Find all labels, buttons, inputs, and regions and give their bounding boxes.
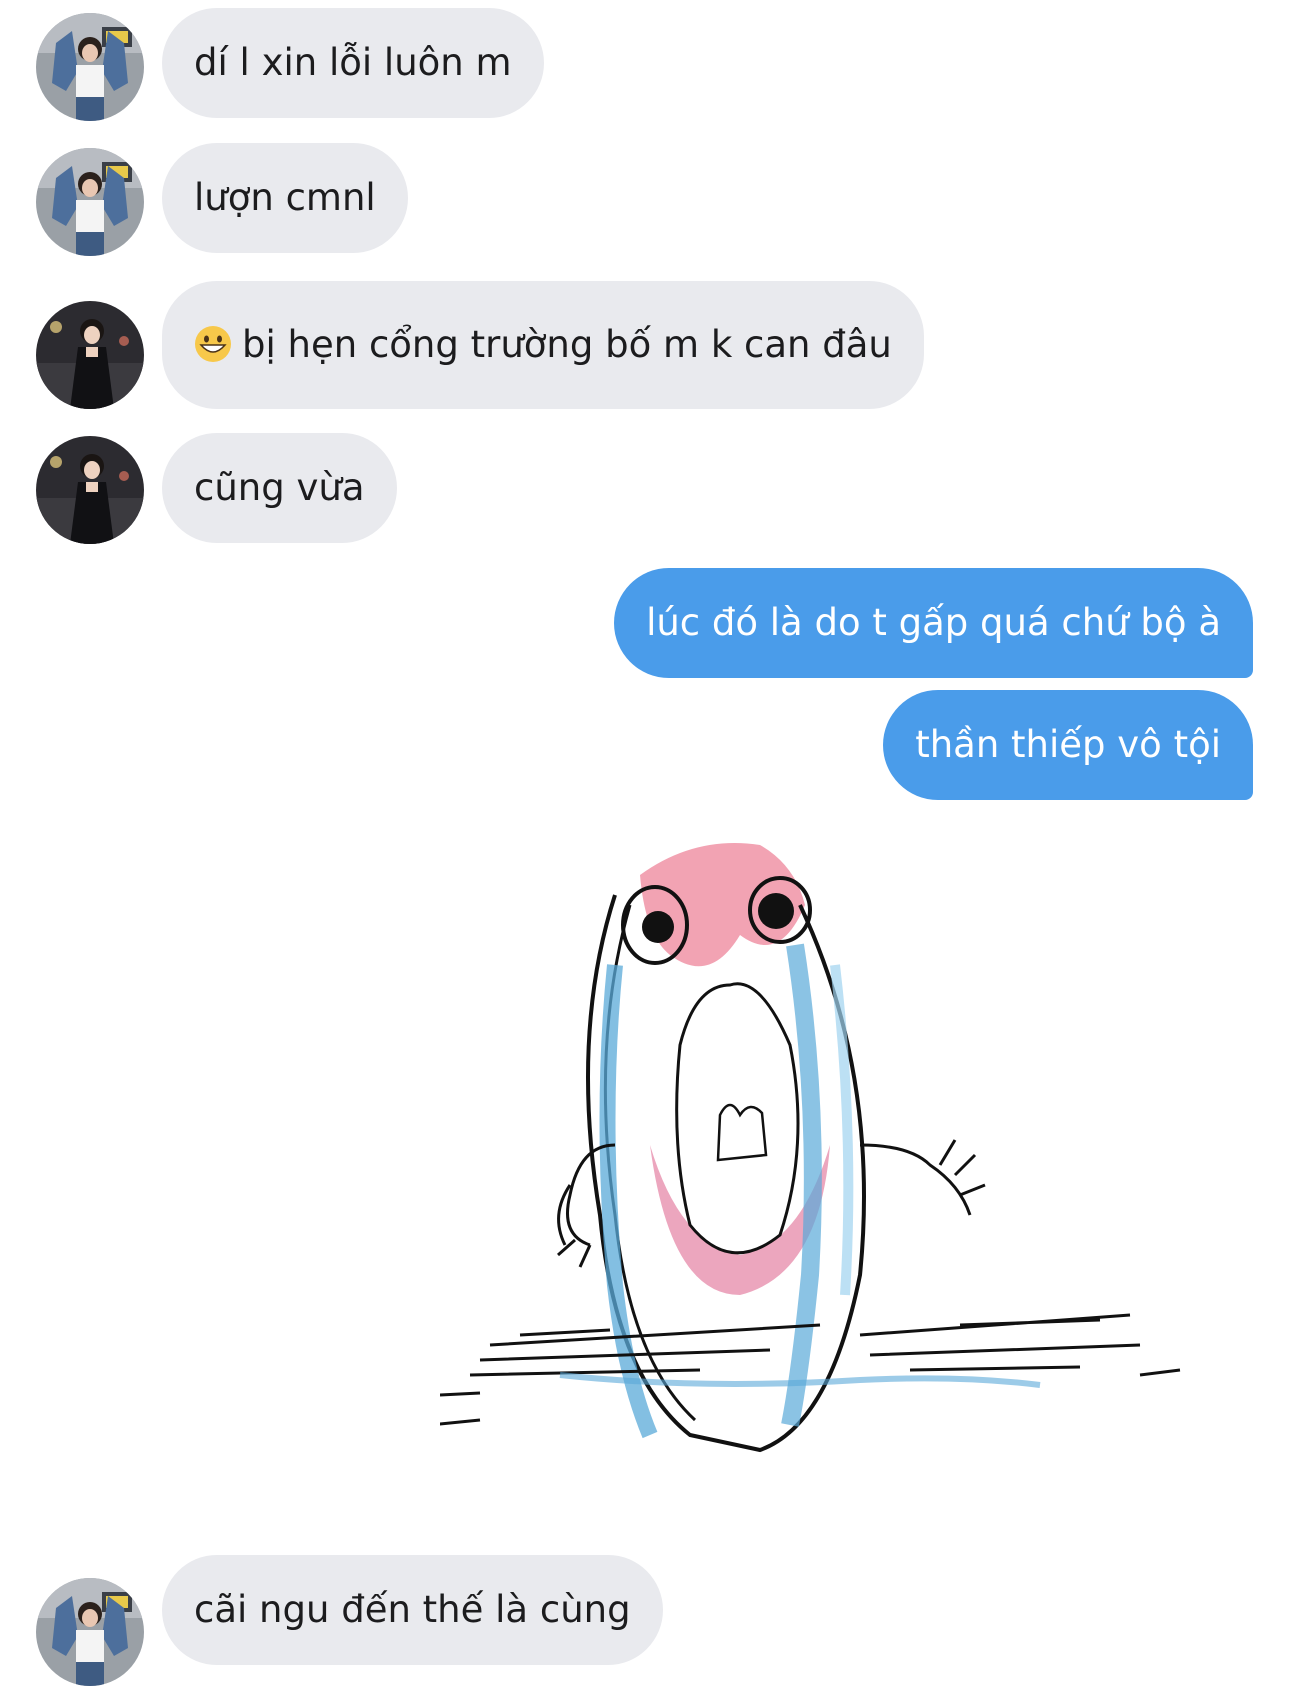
message-text: dí l xin lỗi luôn m xyxy=(194,41,512,84)
avatar-black-dress-image xyxy=(36,301,144,409)
avatar-denim-jacket-image xyxy=(36,1578,144,1686)
avatar-denim-jacket-image xyxy=(36,13,144,121)
message-bubble-incoming[interactable]: cũng vừa xyxy=(162,433,397,543)
grinning-face-emoji xyxy=(195,326,231,362)
message-bubble-incoming[interactable]: cãi ngu đến thế là cùng xyxy=(162,1555,663,1665)
message-text: lúc đó là do t gấp quá chứ bộ à xyxy=(646,601,1221,644)
avatar[interactable] xyxy=(36,1578,144,1686)
message-text: cũng vừa xyxy=(194,466,365,509)
avatar-black-dress-image xyxy=(36,436,144,544)
crying-blob-drawing xyxy=(429,843,1181,1453)
avatar-denim-jacket-image xyxy=(36,148,144,256)
message-bubble-outgoing[interactable]: lúc đó là do t gấp quá chứ bộ à xyxy=(614,568,1253,678)
message-text: lượn cmnl xyxy=(194,176,376,219)
crying-blob-sticker[interactable] xyxy=(429,815,1250,1545)
avatar[interactable] xyxy=(36,148,144,256)
avatar[interactable] xyxy=(36,301,144,409)
message-bubble-incoming[interactable]: bị hẹn cổng trường bố m k can đâu xyxy=(162,281,924,409)
message-bubble-incoming[interactable]: lượn cmnl xyxy=(162,143,408,253)
message-text: cãi ngu đến thế là cùng xyxy=(194,1588,631,1631)
avatar[interactable] xyxy=(36,436,144,544)
message-text: thần thiếp vô tội xyxy=(915,723,1221,766)
avatar[interactable] xyxy=(36,13,144,121)
message-bubble-outgoing[interactable]: thần thiếp vô tội xyxy=(883,690,1253,800)
message-bubble-incoming[interactable]: dí l xin lỗi luôn m xyxy=(162,8,544,118)
message-text: bị hẹn cổng trường bố m k can đâu xyxy=(242,323,892,366)
